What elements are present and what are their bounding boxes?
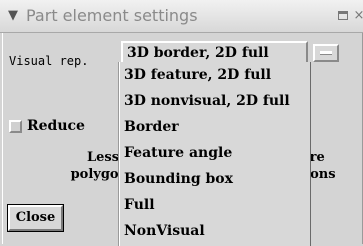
menu-item-border[interactable]: Border [119, 114, 310, 140]
visual-rep-label: Visual rep. [9, 54, 89, 68]
reduce-label: Reduce [27, 118, 85, 134]
menu-item-nonvisual[interactable]: NonVisual [119, 218, 310, 244]
menu-item-feature-angle[interactable]: Feature angle [119, 140, 310, 166]
reduce-checkbox[interactable] [9, 120, 22, 133]
title-bar[interactable]: ▼ Part element settings × [0, 0, 363, 33]
close-icon[interactable]: × [352, 8, 363, 24]
window-title: Part element settings [26, 6, 198, 25]
visual-rep-selected: 3D border, 2D full [127, 45, 269, 61]
menu-item-3d-nonvisual-2d-full[interactable]: 3D nonvisual, 2D full [119, 88, 310, 114]
maximize-icon[interactable] [335, 8, 351, 24]
visual-rep-dropdown-button[interactable] [313, 44, 339, 62]
menu-item-bounding-box[interactable]: Bounding box [119, 166, 310, 192]
visual-rep-dropdown-menu: 3D feature, 2D full 3D nonvisual, 2D ful… [118, 62, 311, 246]
close-button[interactable]: Close [7, 204, 64, 232]
menu-item-3d-feature-2d-full[interactable]: 3D feature, 2D full [119, 62, 310, 88]
option-menu-indicator-icon [320, 51, 332, 55]
menu-item-full[interactable]: Full [119, 192, 310, 218]
chevron-down-icon[interactable]: ▼ [8, 6, 20, 26]
part-element-settings-window: ▼ Part element settings × Visual rep. 3D… [0, 0, 363, 246]
